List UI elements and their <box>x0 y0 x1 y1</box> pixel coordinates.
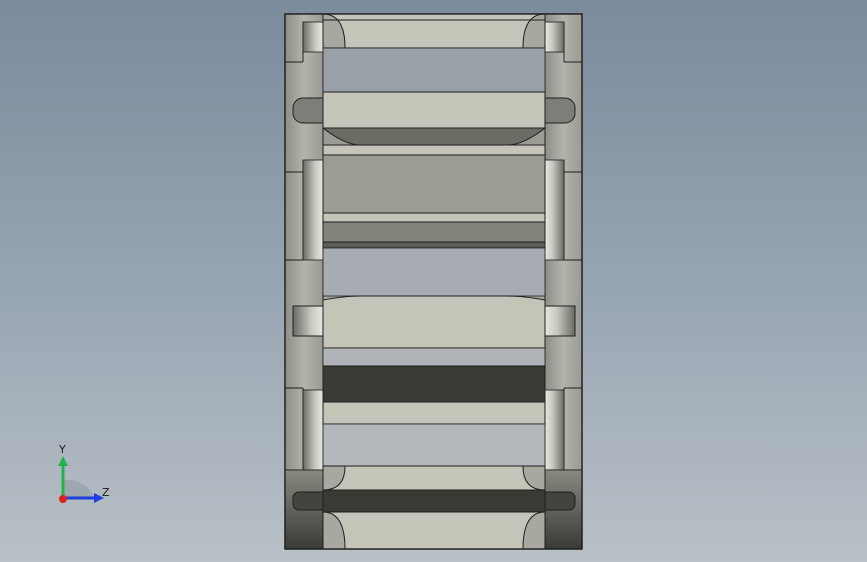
cross-band-4 <box>322 423 546 467</box>
x-axis-point <box>59 495 67 503</box>
left-boss-upper <box>302 21 324 53</box>
triad-base-quadrant <box>63 479 95 498</box>
triad-y-label: Y <box>59 443 66 456</box>
right-boss-low <box>544 389 565 471</box>
cross-band-1 <box>322 47 546 93</box>
triad-z-label: Z <box>102 486 110 499</box>
roller-5 <box>322 365 546 425</box>
cage-assembly-model[interactable] <box>0 0 867 562</box>
roller-3 <box>322 144 546 249</box>
roller-top <box>322 13 546 49</box>
left-boss-low <box>302 389 324 471</box>
y-arrow-head <box>58 456 68 466</box>
roller-4 <box>292 295 576 349</box>
roller-bottom <box>322 511 546 550</box>
cross-band-2 <box>322 247 546 297</box>
roller-2 <box>292 91 576 146</box>
right-boss-upper <box>544 21 565 53</box>
graphics-viewport[interactable]: Y Z <box>0 0 867 562</box>
cross-band-3 <box>322 347 546 367</box>
left-boss-mid <box>302 159 324 261</box>
roller-6 <box>292 465 576 513</box>
right-boss-mid <box>544 159 565 261</box>
